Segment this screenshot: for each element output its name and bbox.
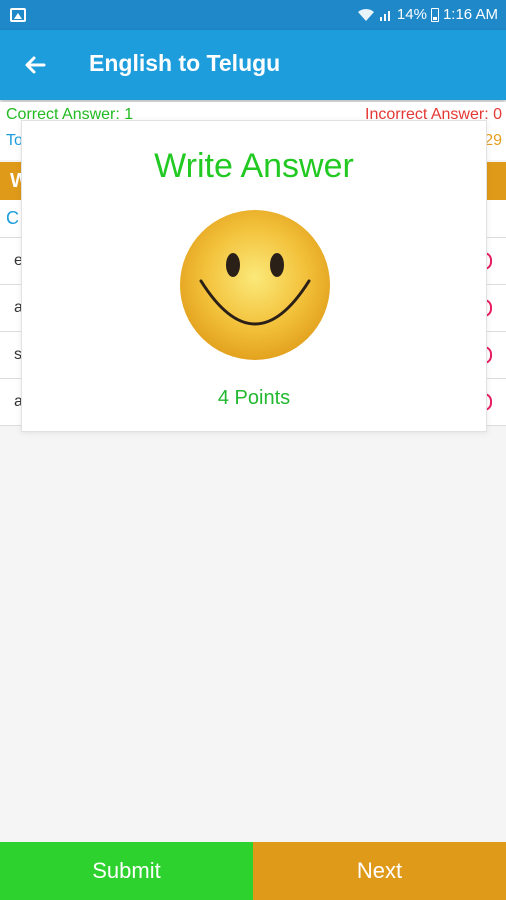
result-dialog: Write Answer 4 Points [21,120,487,432]
clock: 1:16 AM [442,6,498,23]
app-bar: English to Telugu [0,30,506,100]
image-notification-icon [10,8,26,22]
page-title: English to Telugu [89,50,281,76]
dialog-title: Write Answer [154,147,354,185]
status-right: 14% 1:16 AM [357,6,498,23]
battery-icon [430,7,439,22]
back-arrow-icon[interactable] [20,50,50,80]
battery-percent: 14% [396,6,427,23]
wifi-icon [357,8,374,21]
points-label: 4 Points [217,387,291,409]
signal-icon [379,10,390,21]
smiley-face-icon [180,210,330,360]
submit-button[interactable]: Submit [0,842,253,900]
bottom-actions: Submit Next [0,842,506,900]
next-button[interactable]: Next [253,842,506,900]
status-bar: 14% 1:16 AM [0,0,506,30]
